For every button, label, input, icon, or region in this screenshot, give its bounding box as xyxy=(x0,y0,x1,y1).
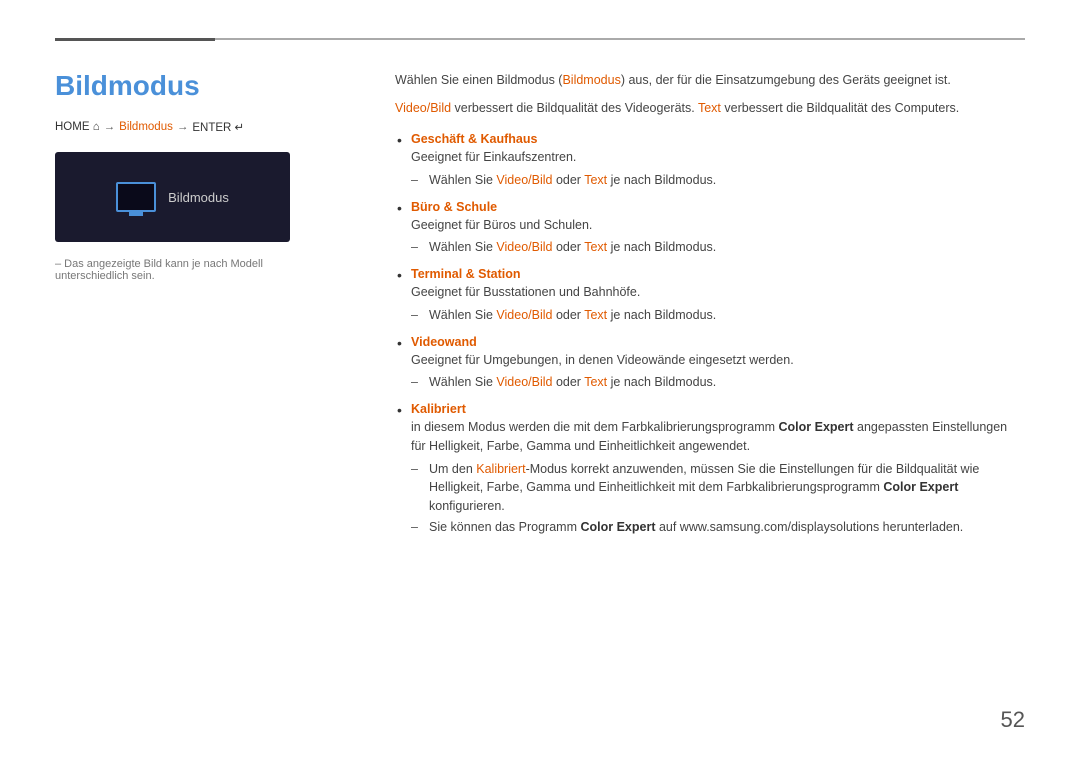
sub-list: Wählen Sie Video/Bild oder Text je nach … xyxy=(411,238,1025,257)
list-item: Terminal & Station Geeignet für Busstati… xyxy=(395,267,1025,325)
monitor-box: Bildmodus xyxy=(55,152,290,242)
sub-link-t: Text xyxy=(584,240,607,254)
term-kalibriert: Kalibriert xyxy=(411,402,1025,416)
breadcrumb-enter: ENTER ↵ xyxy=(192,120,244,134)
intro-line2-after: verbessert die Bildqualität des Computer… xyxy=(721,101,959,115)
intro-line1: Wählen Sie einen Bildmodus (Bildmodus) a… xyxy=(395,70,1025,90)
page-title: Bildmodus xyxy=(55,70,335,102)
list-item: Videowand Geeignet für Umgebungen, in de… xyxy=(395,335,1025,393)
monitor-icon xyxy=(116,182,156,212)
intro-link-text: Text xyxy=(698,101,721,115)
sub-link-t: Text xyxy=(584,308,607,322)
term-videowand: Videowand xyxy=(411,335,1025,349)
sub-item: Wählen Sie Video/Bild oder Text je nach … xyxy=(411,238,1025,257)
sub-list: Um den Kalibriert-Modus korrekt anzuwend… xyxy=(411,460,1025,537)
monitor-label: Bildmodus xyxy=(168,190,229,205)
breadcrumb-arrow2: → xyxy=(177,121,189,133)
intro-line2-mid: verbessert die Bildqualität des Videoger… xyxy=(451,101,698,115)
term-terminal: Terminal & Station xyxy=(411,267,1025,281)
sub-item: Wählen Sie Video/Bild oder Text je nach … xyxy=(411,306,1025,325)
breadcrumb-arrow1: → xyxy=(104,121,116,133)
intro-line2: Video/Bild verbessert die Bildqualität d… xyxy=(395,98,1025,118)
term-buero: Büro & Schule xyxy=(411,200,1025,214)
list-item: Geschäft & Kaufhaus Geeignet für Einkauf… xyxy=(395,132,1025,190)
sub-list: Wählen Sie Video/Bild oder Text je nach … xyxy=(411,373,1025,392)
desc-kalibriert: in diesem Modus werden die mit dem Farbk… xyxy=(411,418,1025,456)
breadcrumb-link: Bildmodus xyxy=(119,121,173,133)
sub-link-t: Text xyxy=(584,375,607,389)
page-container: Bildmodus HOME ⌂ → Bildmodus → ENTER ↵ B… xyxy=(0,0,1080,763)
right-panel: Wählen Sie einen Bildmodus (Bildmodus) a… xyxy=(395,70,1025,547)
intro-link-bildmodus: Bildmodus xyxy=(562,73,620,87)
sub-item: Wählen Sie Video/Bild oder Text je nach … xyxy=(411,373,1025,392)
sub-link-vb: Video/Bild xyxy=(496,375,552,389)
sub-link-vb: Video/Bild xyxy=(496,173,552,187)
caption-note: – Das angezeigte Bild kann je nach Model… xyxy=(55,258,335,282)
term-geschaeft: Geschäft & Kaufhaus xyxy=(411,132,1025,146)
left-panel: Bildmodus HOME ⌂ → Bildmodus → ENTER ↵ B… xyxy=(55,70,335,547)
sub-item: Sie können das Programm Color Expert auf… xyxy=(411,518,1025,537)
intro-line1-after: ) aus, der für die Einsatzumgebung des G… xyxy=(621,73,951,87)
sub-link-t: Text xyxy=(584,173,607,187)
intro-link-videobild: Video/Bild xyxy=(395,101,451,115)
sub-item: Um den Kalibriert-Modus korrekt anzuwend… xyxy=(411,460,1025,516)
sub-link-vb: Video/Bild xyxy=(496,240,552,254)
bold-colorexpert3: Color Expert xyxy=(580,520,655,534)
desc-geschaeft: Geeignet für Einkaufszentren. xyxy=(411,148,1025,167)
list-item: Büro & Schule Geeignet für Büros und Sch… xyxy=(395,200,1025,258)
desc-videowand: Geeignet für Umgebungen, in denen Videow… xyxy=(411,351,1025,370)
breadcrumb: HOME ⌂ → Bildmodus → ENTER ↵ xyxy=(55,120,335,134)
page-number: 52 xyxy=(1001,707,1025,733)
desc-terminal: Geeignet für Busstationen und Bahnhöfe. xyxy=(411,283,1025,302)
list-item: Kalibriert in diesem Modus werden die mi… xyxy=(395,402,1025,537)
sub-item: Wählen Sie Video/Bild oder Text je nach … xyxy=(411,171,1025,190)
bold-colorexpert: Color Expert xyxy=(779,420,854,434)
top-line-accent xyxy=(55,38,215,41)
desc-buero: Geeignet für Büros und Schulen. xyxy=(411,216,1025,235)
sub-list: Wählen Sie Video/Bild oder Text je nach … xyxy=(411,306,1025,325)
content-wrapper: Bildmodus HOME ⌂ → Bildmodus → ENTER ↵ B… xyxy=(55,70,1025,547)
intro-line1-before: Wählen Sie einen Bildmodus ( xyxy=(395,73,562,87)
sub-list: Wählen Sie Video/Bild oder Text je nach … xyxy=(411,171,1025,190)
sub-link-kalibriert: Kalibriert xyxy=(476,462,525,476)
bold-colorexpert2: Color Expert xyxy=(883,480,958,494)
breadcrumb-home: HOME ⌂ xyxy=(55,121,100,133)
bullet-list: Geschäft & Kaufhaus Geeignet für Einkauf… xyxy=(395,132,1025,537)
sub-link-vb: Video/Bild xyxy=(496,308,552,322)
